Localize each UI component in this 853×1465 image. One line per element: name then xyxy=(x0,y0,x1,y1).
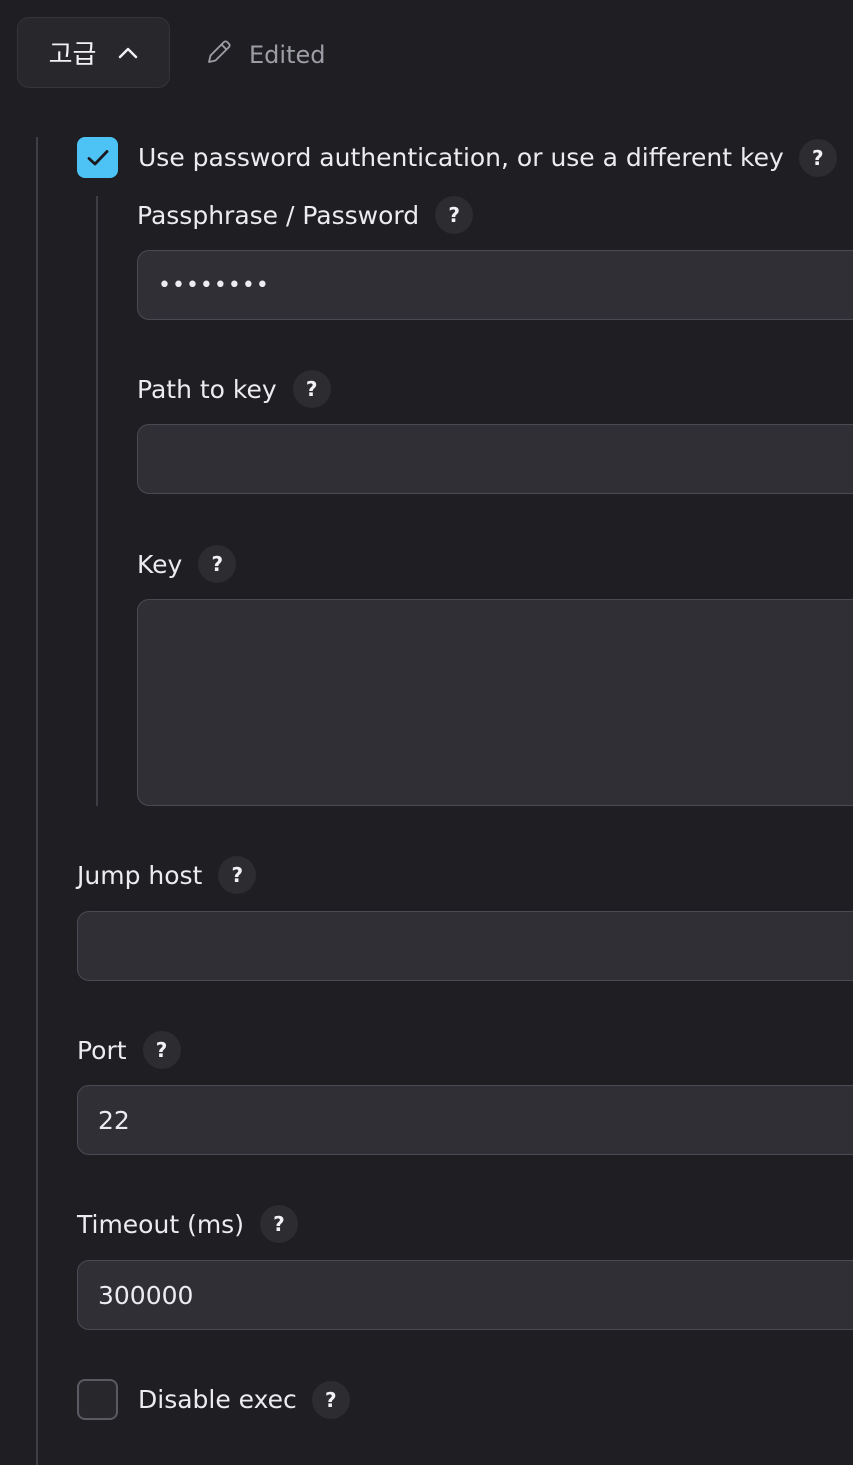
section-guide-line xyxy=(36,137,38,1465)
pencil-icon xyxy=(205,38,233,72)
timeout-value: 300000 xyxy=(98,1280,194,1310)
help-icon[interactable]: ? xyxy=(198,545,237,583)
passphrase-input[interactable]: •••••••• xyxy=(137,250,853,320)
use-password-row: Use password authentication, or use a di… xyxy=(77,137,837,178)
jump-host-input[interactable] xyxy=(77,911,853,981)
help-icon[interactable]: ? xyxy=(259,1205,298,1243)
check-icon xyxy=(87,149,108,165)
advanced-toggle-button[interactable]: 고급 xyxy=(17,17,170,88)
jump-host-label: Jump host xyxy=(77,860,203,890)
chevron-up-icon xyxy=(118,47,138,59)
port-label-row: Port ? xyxy=(77,1031,181,1069)
timeout-input[interactable]: 300000 xyxy=(77,1260,853,1330)
port-label: Port xyxy=(77,1035,127,1065)
disable-exec-checkbox[interactable] xyxy=(77,1379,118,1420)
edited-indicator: Edited xyxy=(205,38,325,72)
passphrase-label-row: Passphrase / Password ? xyxy=(137,196,474,234)
timeout-label-row: Timeout (ms) ? xyxy=(77,1205,298,1243)
advanced-toggle-label: 고급 xyxy=(48,40,97,70)
help-icon[interactable]: ? xyxy=(798,138,837,177)
help-icon[interactable]: ? xyxy=(311,1380,350,1419)
use-password-checkbox[interactable] xyxy=(77,137,118,178)
key-label: Key xyxy=(137,549,183,579)
help-icon[interactable]: ? xyxy=(218,856,257,894)
disable-exec-label: Disable exec xyxy=(138,1385,297,1414)
subsection-guide-line xyxy=(96,196,98,806)
port-value: 22 xyxy=(98,1105,130,1135)
passphrase-value: •••••••• xyxy=(158,272,270,298)
port-input[interactable]: 22 xyxy=(77,1085,853,1155)
path-to-key-label-row: Path to key ? xyxy=(137,370,331,408)
passphrase-label: Passphrase / Password xyxy=(137,200,420,230)
advanced-settings-panel: 고급 Edited Use password authentication, o… xyxy=(0,0,853,1465)
help-icon[interactable]: ? xyxy=(142,1031,181,1069)
key-label-row: Key ? xyxy=(137,545,237,583)
key-textarea[interactable] xyxy=(137,599,853,806)
timeout-label: Timeout (ms) xyxy=(77,1209,244,1239)
jump-host-label-row: Jump host ? xyxy=(77,856,257,894)
use-password-label: Use password authentication, or use a di… xyxy=(138,143,784,172)
edited-label: Edited xyxy=(249,41,326,69)
path-to-key-input[interactable] xyxy=(137,424,853,494)
disable-exec-row: Disable exec ? xyxy=(77,1379,350,1420)
help-icon[interactable]: ? xyxy=(435,196,474,234)
path-to-key-label: Path to key xyxy=(137,374,277,404)
help-icon[interactable]: ? xyxy=(292,370,331,408)
